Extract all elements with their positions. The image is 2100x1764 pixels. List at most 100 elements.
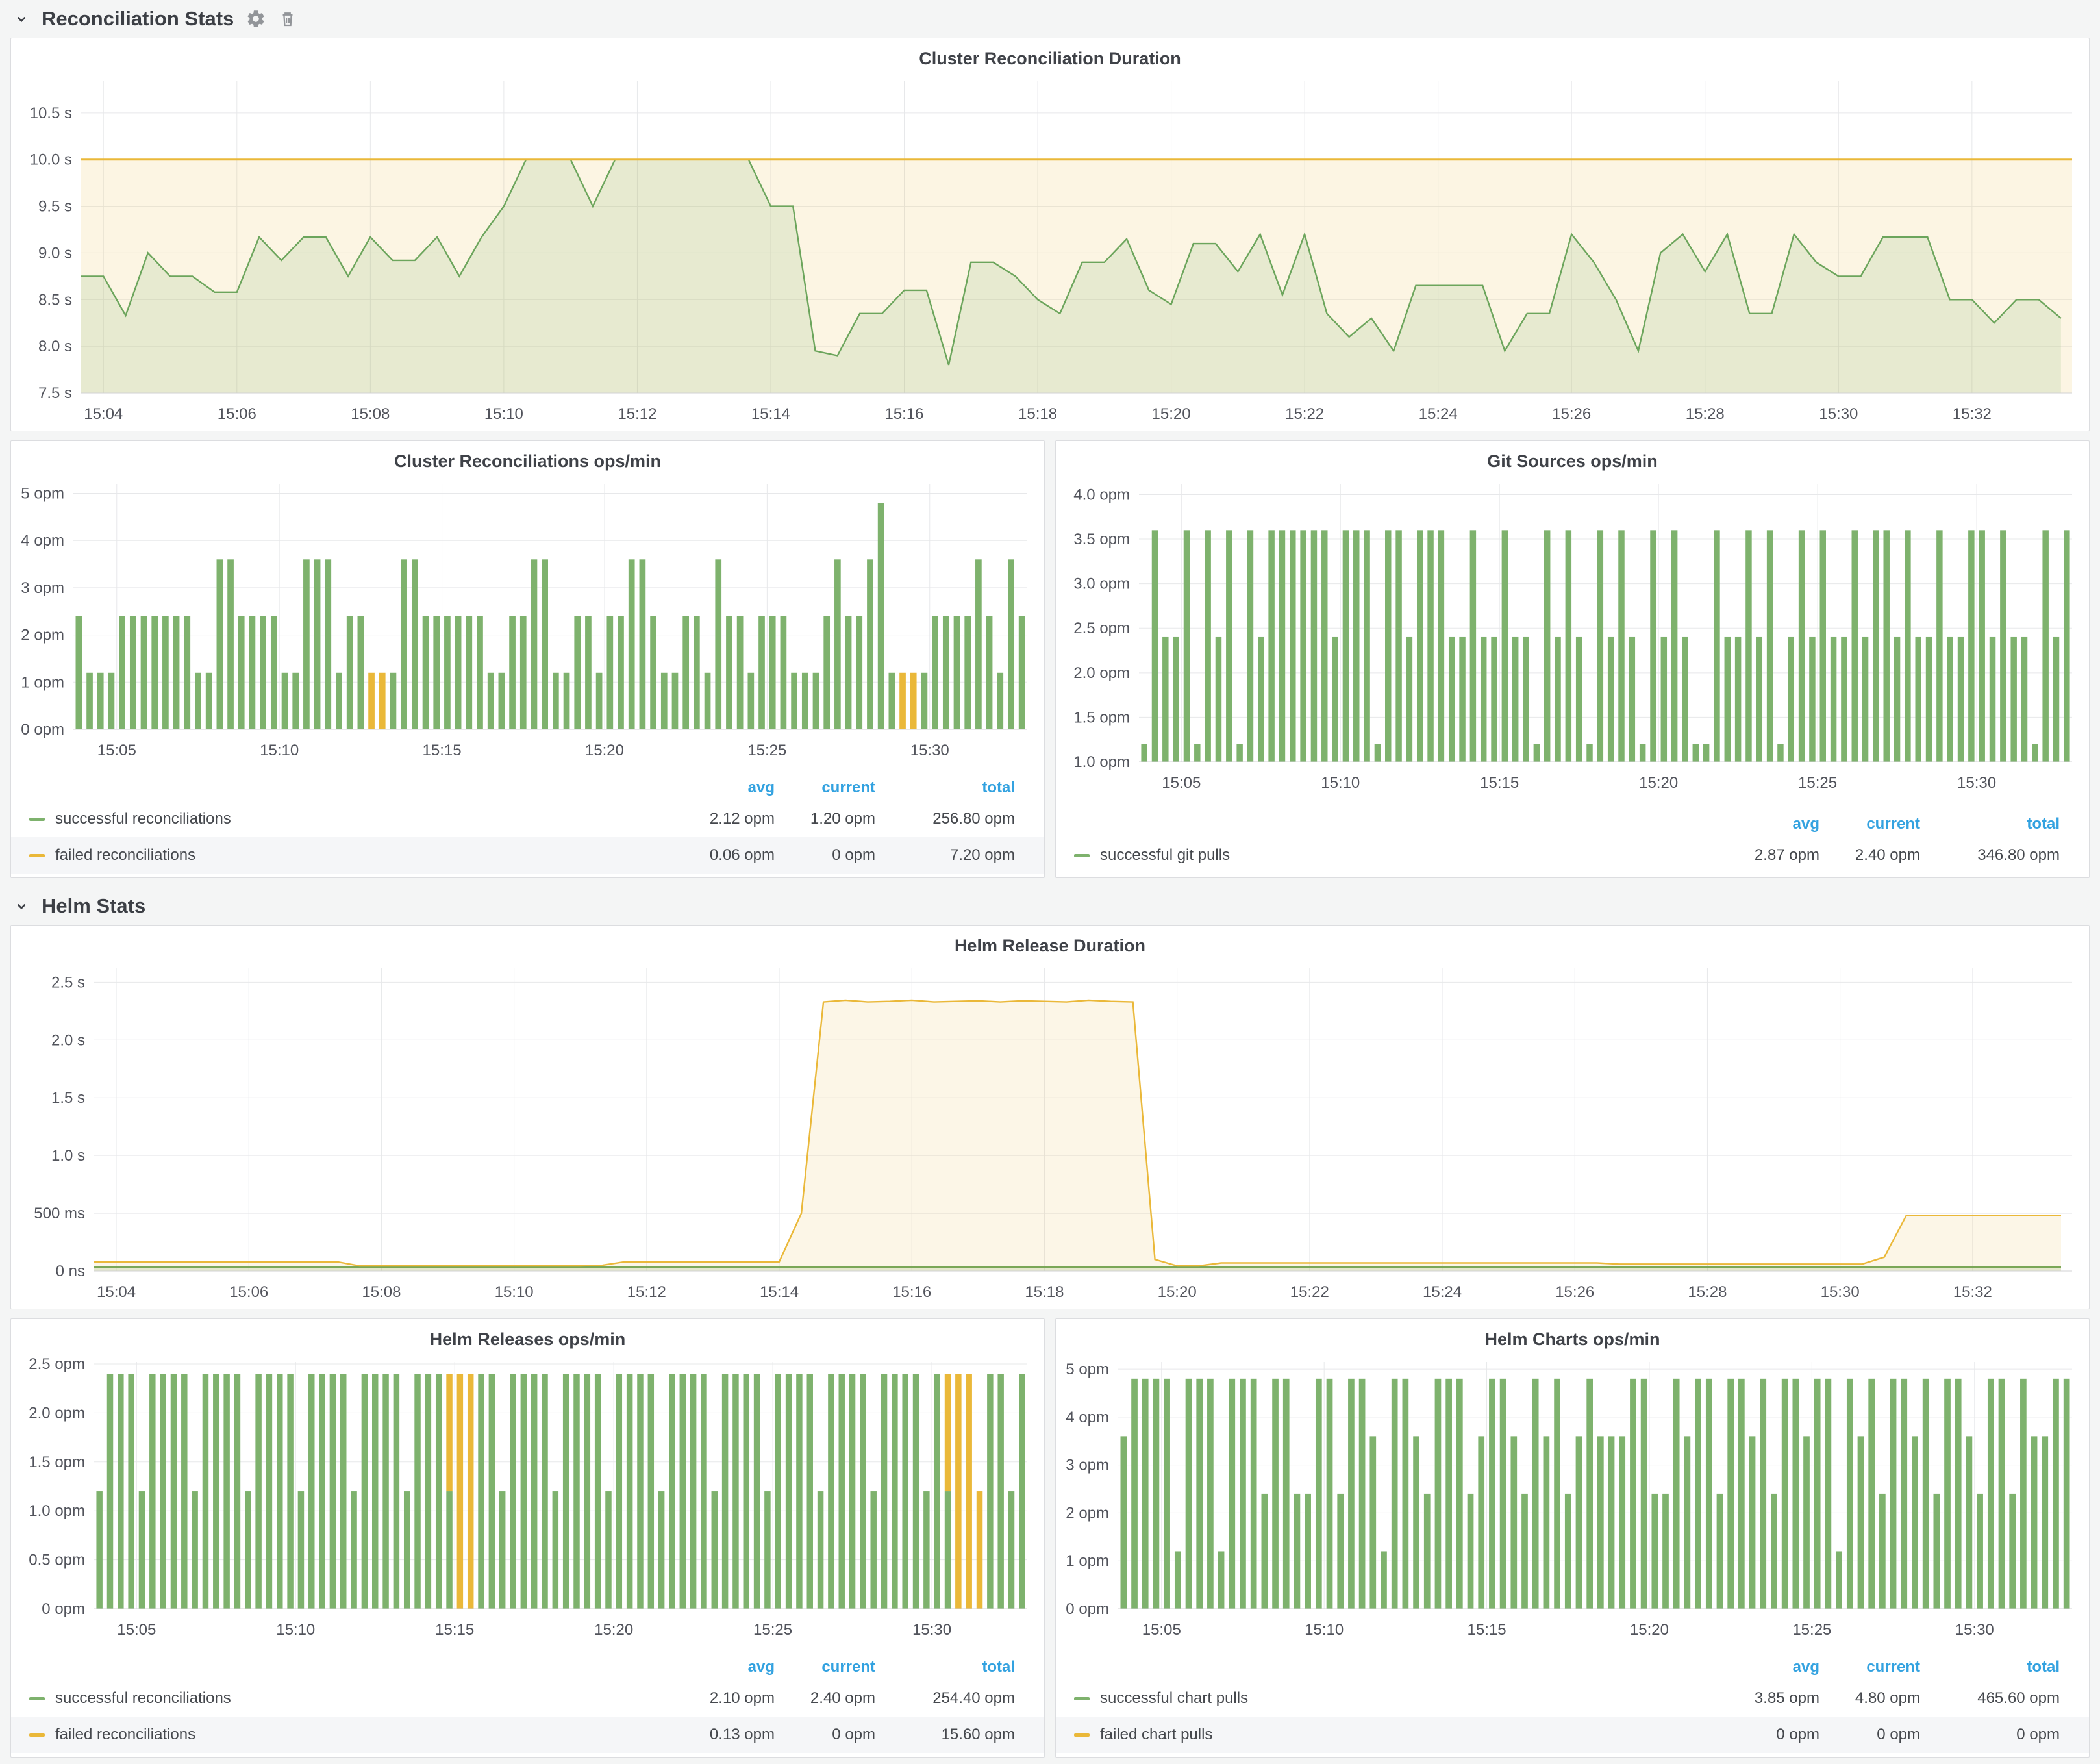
series-current: 2.40 opm xyxy=(1819,846,1920,864)
y-tick-label: 2.0 s xyxy=(51,1031,85,1049)
x-tick-label: 15:30 xyxy=(1957,774,1996,792)
x-tick-label: 15:14 xyxy=(751,405,790,423)
series-color-dash[interactable] xyxy=(1074,1733,1090,1737)
x-tick-label: 15:18 xyxy=(1018,405,1057,423)
x-tick-label: 15:20 xyxy=(1630,1621,1669,1639)
y-tick-label: 4 opm xyxy=(21,532,64,549)
helm-release-duration-chart[interactable]: 2.5 s2.0 s1.5 s1.0 s500 ms0 ns15:0415:06… xyxy=(11,926,2089,1309)
x-tick-label: 15:26 xyxy=(1555,1283,1594,1301)
section-header-helm-stats[interactable]: Helm Stats xyxy=(0,887,2100,925)
x-tick-label: 15:10 xyxy=(495,1283,534,1301)
legend-sort-current[interactable]: current xyxy=(775,1658,875,1676)
x-tick-label: 15:16 xyxy=(892,1283,931,1301)
x-tick-label: 15:05 xyxy=(97,742,136,759)
x-tick-label: 15:32 xyxy=(1953,405,1992,423)
panel-title[interactable]: Cluster Reconciliations ops/min xyxy=(11,451,1044,472)
helm-releases-ops-chart[interactable]: 2.5 opm2.0 opm1.5 opm1.0 opm0.5 opm0 opm… xyxy=(11,1319,1044,1646)
series-color-dash[interactable] xyxy=(29,818,45,821)
x-tick-label: 15:30 xyxy=(912,1621,951,1639)
legend-sort-avg[interactable]: avg xyxy=(661,1658,775,1676)
chevron-down-icon[interactable] xyxy=(13,898,30,914)
cluster-reconciliations-ops-chart[interactable]: 5 opm4 opm3 opm2 opm1 opm0 opm15:0515:10… xyxy=(11,441,1044,767)
legend-sort-avg[interactable]: avg xyxy=(1706,1658,1819,1676)
series-avg: 0.06 opm xyxy=(661,846,775,864)
series-total: 346.80 opm xyxy=(1920,846,2060,864)
series-color-dash[interactable] xyxy=(29,1697,45,1700)
series-label[interactable]: failed reconciliations xyxy=(55,846,661,864)
panel-title[interactable]: Helm Releases ops/min xyxy=(11,1329,1044,1350)
legend-sort-avg[interactable]: avg xyxy=(661,779,775,797)
series-color-dash[interactable] xyxy=(1074,1697,1090,1700)
legend-sort-current[interactable]: current xyxy=(775,779,875,797)
legend-sort-total[interactable]: total xyxy=(1920,1658,2060,1676)
chevron-down-icon[interactable] xyxy=(13,10,30,27)
series-color-dash[interactable] xyxy=(29,854,45,857)
legend-sort-current[interactable]: current xyxy=(1819,1658,1920,1676)
trash-icon[interactable] xyxy=(278,9,297,29)
series-color-dash[interactable] xyxy=(1074,854,1090,857)
helm-duration-svg: 2.5 s2.0 s1.5 s1.0 s500 ms0 ns15:0415:06… xyxy=(11,926,2089,1309)
series-label[interactable]: successful reconciliations xyxy=(55,1689,661,1707)
y-tick-label: 10.5 s xyxy=(30,105,72,122)
gear-icon[interactable] xyxy=(245,8,266,29)
y-tick-label: 2 opm xyxy=(21,627,64,644)
legend-sort-total[interactable]: total xyxy=(875,1658,1015,1676)
x-tick-label: 15:25 xyxy=(753,1621,792,1639)
section-title[interactable]: Helm Stats xyxy=(42,894,145,918)
x-tick-label: 15:20 xyxy=(1639,774,1678,792)
series-total: 15.60 opm xyxy=(875,1726,1015,1744)
y-tick-label: 9.5 s xyxy=(38,198,72,216)
panel-title[interactable]: Helm Charts ops/min xyxy=(1056,1329,2089,1350)
x-tick-label: 15:28 xyxy=(1686,405,1725,423)
series-avg: 2.87 opm xyxy=(1706,846,1819,864)
x-tick-label: 15:08 xyxy=(362,1283,401,1301)
series-label[interactable]: successful reconciliations xyxy=(55,810,661,828)
bars-layer xyxy=(1141,530,2069,762)
git-sources-ops-chart[interactable]: 4.0 opm3.5 opm3.0 opm2.5 opm2.0 opm1.5 o… xyxy=(1056,441,2089,800)
series-label[interactable]: successful chart pulls xyxy=(1100,1689,1706,1707)
bars-layer xyxy=(96,1374,1025,1609)
cluster-reconciliation-duration-chart[interactable]: 10.5 s10.0 s9.5 s9.0 s8.5 s8.0 s7.5 s15:… xyxy=(11,38,2089,431)
series-avg: 2.12 opm xyxy=(661,810,775,828)
legend-row: failed chart pulls 0 opm 0 opm 0 opm xyxy=(1056,1717,2089,1753)
panel-title[interactable]: Cluster Reconciliation Duration xyxy=(11,49,2089,69)
x-tick-label: 15:14 xyxy=(760,1283,799,1301)
legend-sort-total[interactable]: total xyxy=(875,779,1015,797)
series-avg: 0.13 opm xyxy=(661,1726,775,1744)
legend-sort-avg[interactable]: avg xyxy=(1706,815,1819,833)
legend: avg current total successful git pulls 2… xyxy=(1056,811,2089,874)
panel-helm-charts-ops: Helm Charts ops/min 5 opm4 opm3 opm2 opm… xyxy=(1055,1318,2090,1758)
x-tick-label: 15:20 xyxy=(1158,1283,1197,1301)
y-tick-label: 1.0 s xyxy=(51,1147,85,1165)
y-tick-label: 10.0 s xyxy=(30,151,72,169)
x-tick-label: 15:30 xyxy=(1819,405,1858,423)
x-tick-label: 15:20 xyxy=(585,742,624,759)
section-title[interactable]: Reconciliation Stats xyxy=(42,7,234,31)
y-tick-label: 2.5 opm xyxy=(29,1355,85,1373)
series-label[interactable]: failed chart pulls xyxy=(1100,1726,1706,1744)
x-tick-label: 15:04 xyxy=(84,405,123,423)
panel-title[interactable]: Helm Release Duration xyxy=(11,936,2089,956)
series-current: 4.80 opm xyxy=(1819,1689,1920,1707)
grid-lines xyxy=(94,1362,1027,1609)
git-ops-svg: 4.0 opm3.5 opm3.0 opm2.5 opm2.0 opm1.5 o… xyxy=(1056,441,2089,800)
legend-sort-current[interactable]: current xyxy=(1819,815,1920,833)
series-label[interactable]: successful git pulls xyxy=(1100,846,1706,864)
y-tick-label: 5 opm xyxy=(21,485,64,503)
x-tick-label: 15:04 xyxy=(97,1283,136,1301)
x-tick-label: 15:05 xyxy=(1142,1621,1181,1639)
series-label[interactable]: failed reconciliations xyxy=(55,1726,661,1744)
x-tick-label: 15:18 xyxy=(1025,1283,1064,1301)
y-tick-label: 7.5 s xyxy=(38,384,72,402)
panel-title[interactable]: Git Sources ops/min xyxy=(1056,451,2089,472)
legend-sort-total[interactable]: total xyxy=(1920,815,2060,833)
section-header-reconciliation-stats[interactable]: Reconciliation Stats xyxy=(0,0,2100,38)
y-tick-label: 500 ms xyxy=(34,1205,85,1222)
x-tick-label: 15:06 xyxy=(229,1283,268,1301)
panel-cluster-reconciliations-ops: Cluster Reconciliations ops/min 5 opm 4 o… xyxy=(10,440,1045,878)
series-color-dash[interactable] xyxy=(29,1733,45,1737)
helm-charts-ops-chart[interactable]: 5 opm4 opm3 opm2 opm1 opm0 opm15:0515:10… xyxy=(1056,1319,2089,1646)
panel-git-sources-ops: Git Sources ops/min 4.0 opm3.5 opm3.0 op… xyxy=(1055,440,2090,878)
series-current: 0 opm xyxy=(775,1726,875,1744)
x-tick-label: 15:15 xyxy=(1480,774,1519,792)
